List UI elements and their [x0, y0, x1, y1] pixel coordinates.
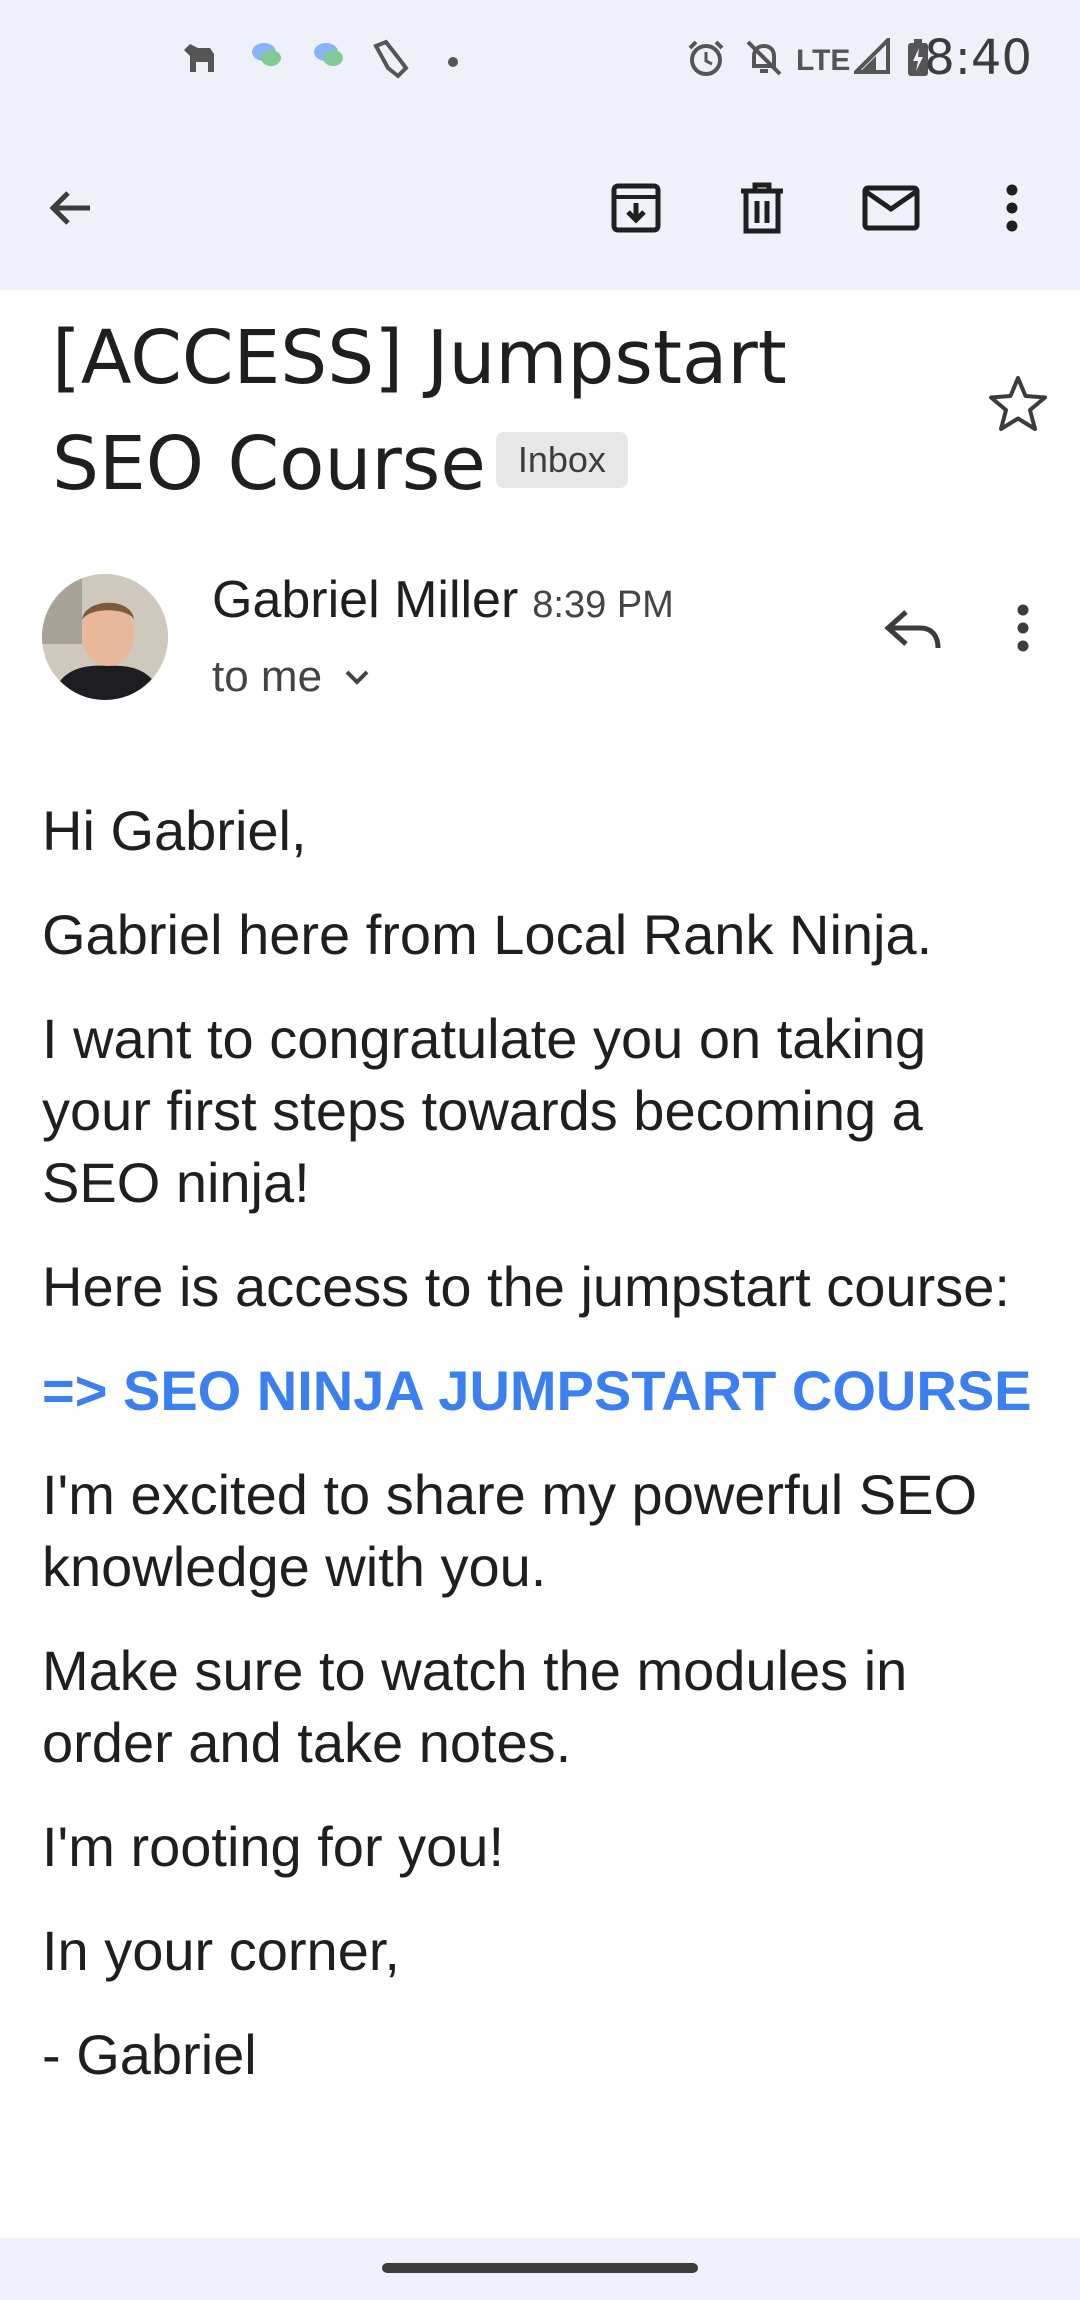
delete-button[interactable]: [727, 175, 797, 245]
broom-icon: [370, 38, 412, 85]
dot-icon: [448, 54, 458, 72]
greeting: Hi Gabriel,: [42, 799, 307, 862]
archive-icon: [609, 181, 663, 240]
chat-bubble-icon: [312, 38, 346, 77]
inbox-label-badge[interactable]: Inbox: [495, 432, 628, 489]
body-paragraph: Make sure to watch the modules in order …: [42, 1639, 908, 1774]
gesture-handle[interactable]: [382, 2263, 698, 2273]
back-button[interactable]: [36, 175, 106, 245]
sender-name: Gabriel Miller: [212, 571, 519, 629]
more-vert-icon: [1005, 183, 1019, 238]
closing: In your corner,: [42, 1919, 400, 1982]
email-time: 8:39 PM: [532, 584, 674, 626]
pets-icon: [180, 38, 220, 83]
email-subject: [ACCESS] Jumpstart SEO Course Inbox: [52, 305, 952, 517]
delete-icon: [737, 181, 787, 240]
sender-avatar[interactable]: [42, 574, 168, 700]
sender-line[interactable]: Gabriel Miller 8:39 PM: [212, 570, 674, 630]
subject-text: [ACCESS] Jumpstart SEO Course: [52, 315, 787, 507]
course-link[interactable]: => SEO NINJA JUMPSTART COURSE: [42, 1359, 1032, 1422]
body-paragraph: I'm excited to share my powerful SEO kno…: [42, 1463, 978, 1598]
app-bar: [0, 145, 1080, 265]
signature: - Gabriel: [42, 2023, 257, 2086]
chevron-down-icon: [344, 648, 370, 698]
mark-unread-icon: [862, 185, 920, 236]
star-button[interactable]: [985, 372, 1051, 438]
mark-unread-button[interactable]: [856, 175, 926, 245]
body-paragraph: Here is access to the jumpstart course:: [42, 1255, 1010, 1318]
back-arrow-icon: [46, 183, 96, 238]
archive-button[interactable]: [601, 175, 671, 245]
reply-button[interactable]: [880, 598, 946, 664]
email-body: Hi Gabriel, Gabriel here from Local Rank…: [42, 795, 1042, 2123]
chat-bubble-icon: [250, 38, 284, 77]
alarm-icon: [686, 38, 726, 83]
status-time: 8:40: [924, 30, 1032, 86]
more-vert-icon: [1000, 604, 1046, 662]
status-bar: LTE 8:40: [0, 0, 1080, 120]
reply-icon: [880, 610, 946, 668]
body-paragraph: I'm rooting for you!: [42, 1815, 504, 1878]
star-icon: [985, 376, 1051, 442]
message-more-button[interactable]: [1000, 598, 1046, 658]
navigation-bar: [0, 2238, 1080, 2300]
recipient-toggle[interactable]: to me: [212, 652, 370, 702]
body-paragraph: I want to congratulate you on taking you…: [42, 1007, 927, 1214]
network-type: LTE: [796, 44, 851, 77]
bell-off-icon: [744, 38, 784, 83]
signal-icon: [851, 35, 890, 79]
more-options-button[interactable]: [977, 175, 1047, 245]
body-paragraph: Gabriel here from Local Rank Ninja.: [42, 903, 933, 966]
recipient-text: to me: [212, 652, 323, 701]
